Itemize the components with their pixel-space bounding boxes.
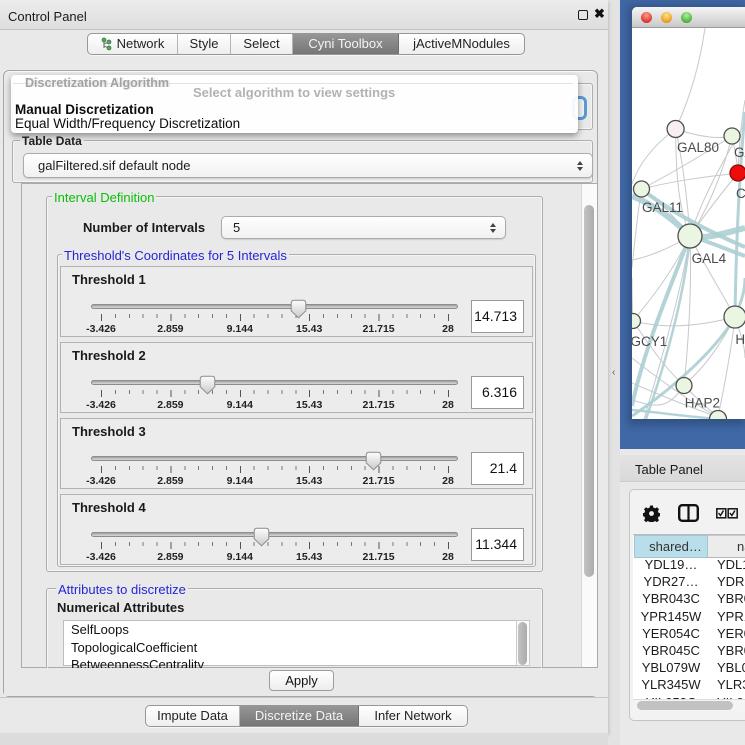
svg-text:GCY1: GCY1 (632, 334, 667, 349)
svg-text:GA: GA (734, 145, 745, 160)
svg-text:GAL80: GAL80 (677, 140, 719, 155)
svg-text:HA: HA (735, 332, 745, 347)
svg-text:GAL4: GAL4 (692, 251, 727, 266)
svg-text:HAP2: HAP2 (685, 396, 720, 411)
svg-text:GAL11: GAL11 (642, 200, 683, 215)
svg-text:CD: CD (736, 186, 745, 201)
